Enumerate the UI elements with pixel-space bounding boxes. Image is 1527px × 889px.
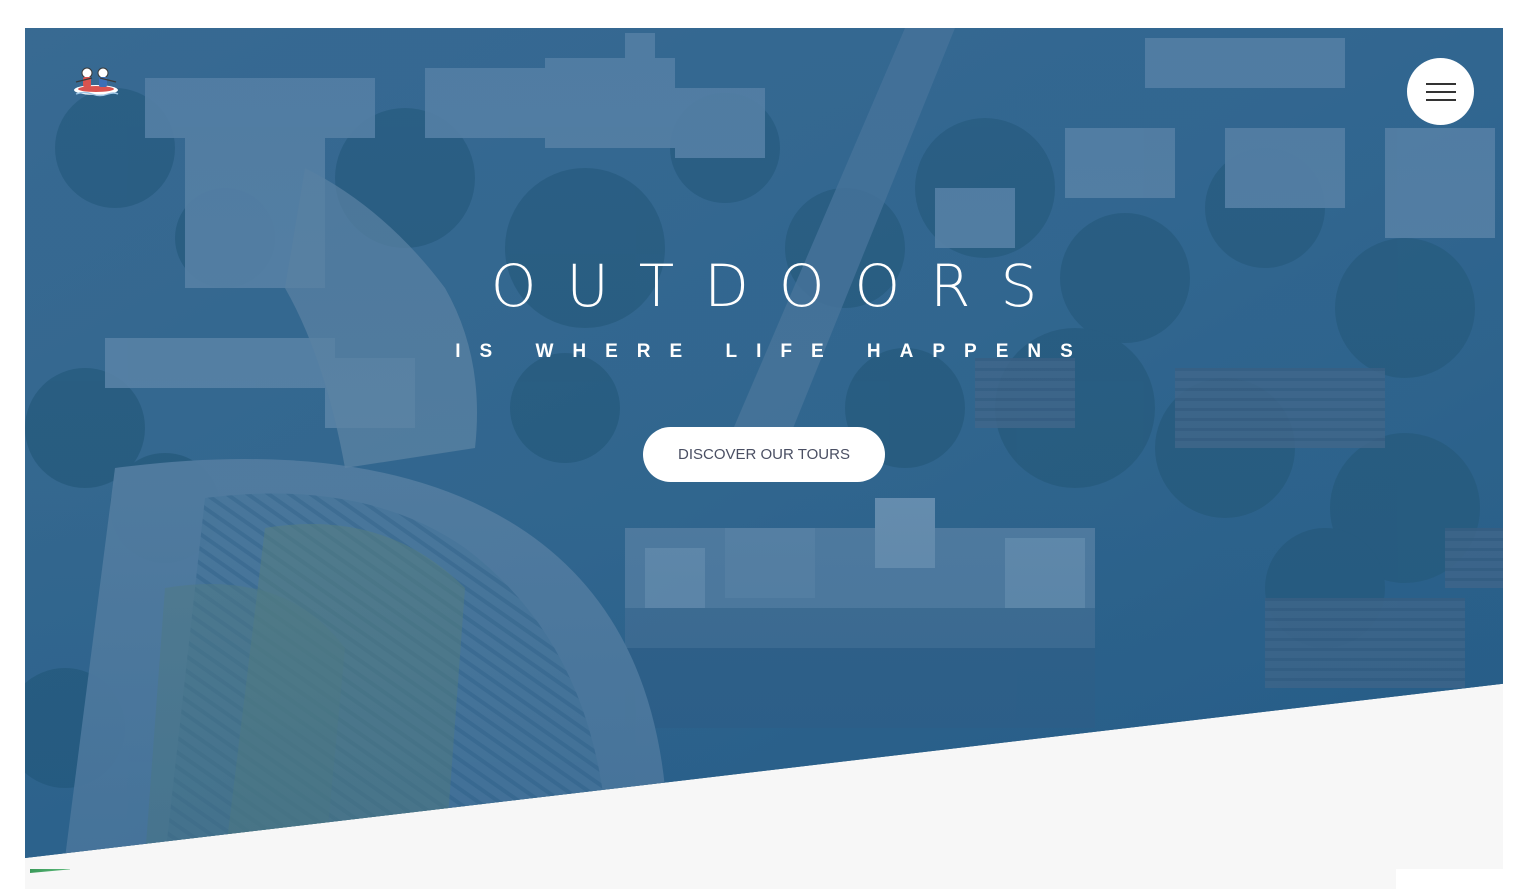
rafting-logo[interactable] — [72, 64, 120, 98]
menu-button[interactable] — [1407, 58, 1474, 125]
hero-headline: OUTDOORS — [490, 252, 1068, 320]
menu-bar — [1425, 82, 1456, 85]
discover-tours-button[interactable]: DISCOVER OUR TOURS — [643, 427, 885, 482]
menu-bar — [1425, 90, 1456, 93]
bottom-strip-right — [1396, 869, 1527, 889]
page: OUTDOORS IS WHERE LIFE HAPPENS DISCOVER … — [0, 0, 1527, 889]
hero-subheadline: IS WHERE LIFE HAPPENS — [455, 341, 1092, 362]
bottom-strip — [30, 869, 1396, 889]
menu-bar — [1425, 98, 1456, 101]
hamburger-menu-icon — [1425, 82, 1456, 101]
